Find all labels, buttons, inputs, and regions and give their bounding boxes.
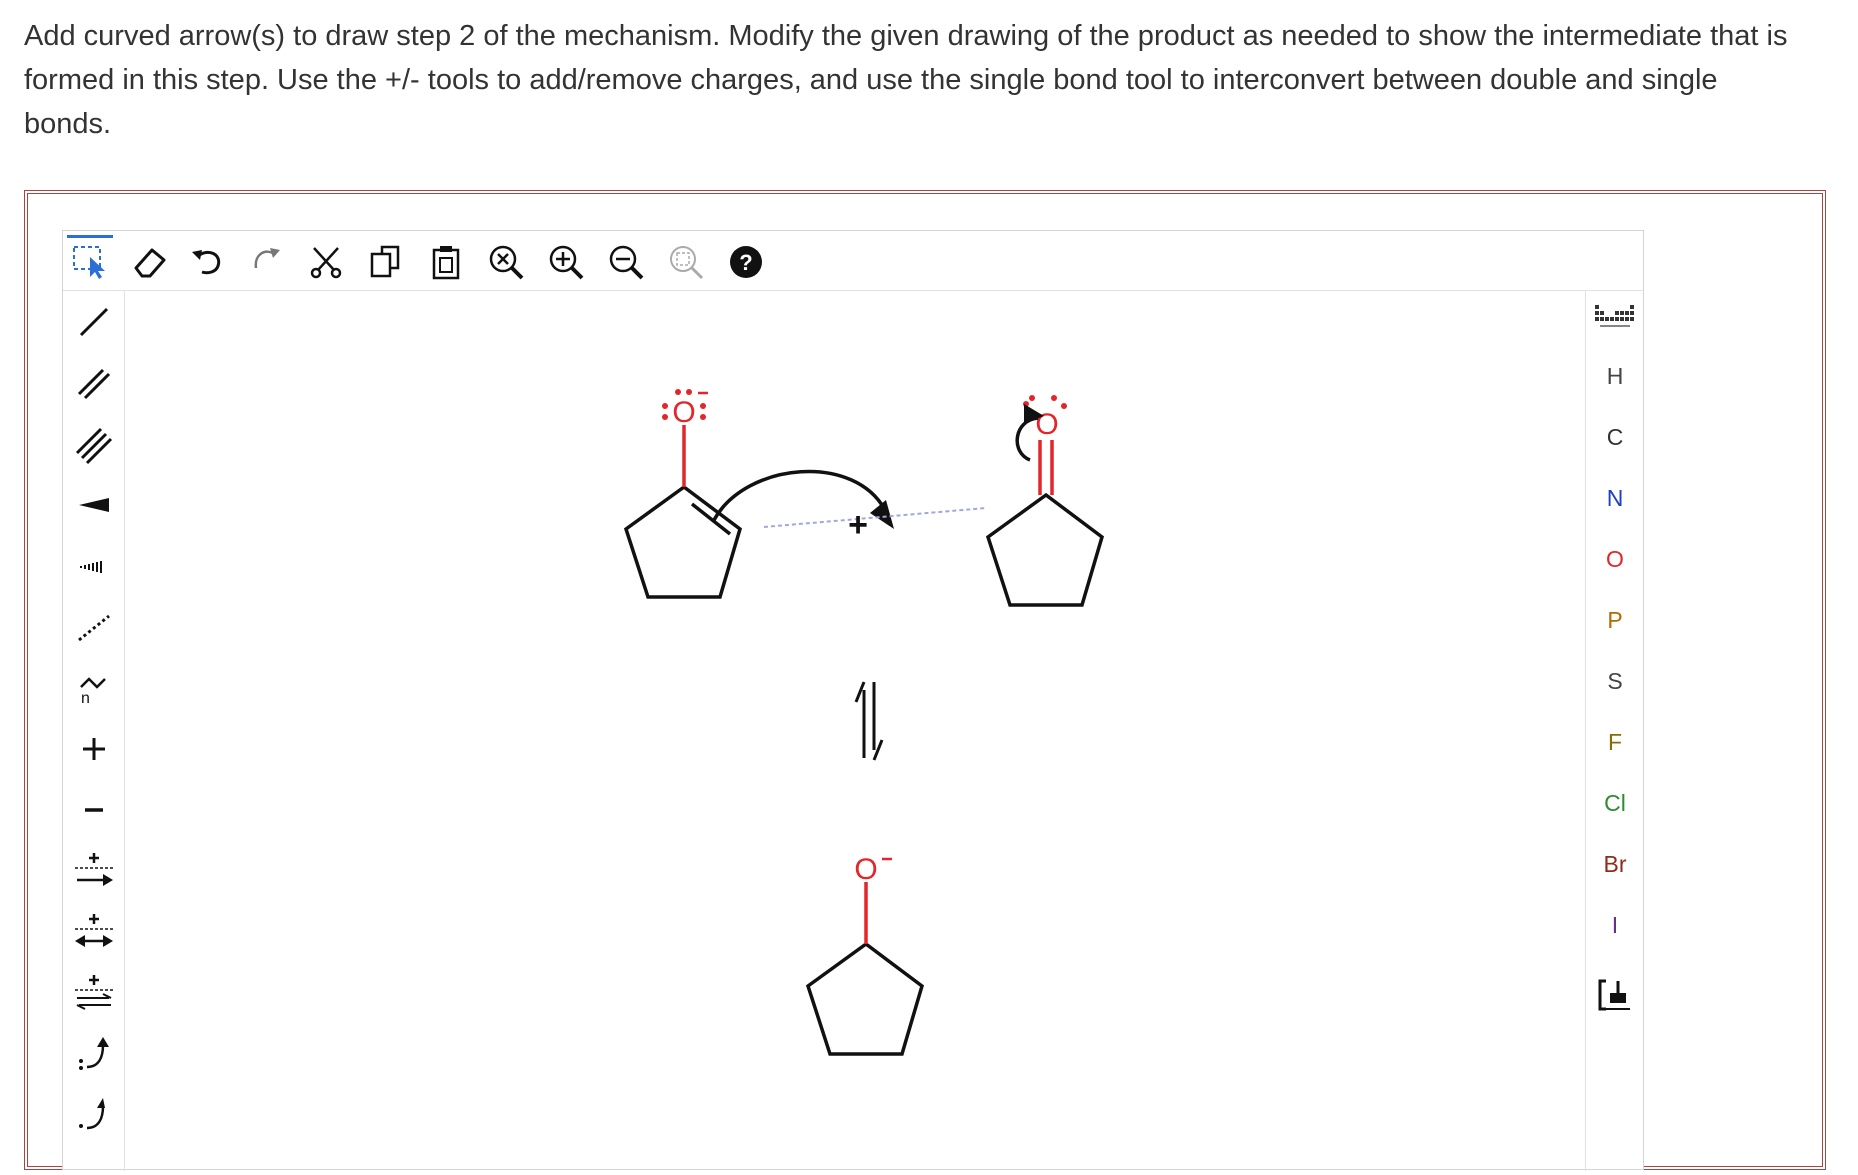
zoom-in-icon [549,245,584,280]
element-label-I: I [1611,912,1619,938]
zoom-reset-icon [489,245,524,280]
element-label-H: H [1606,363,1624,389]
element-label-O: O [1606,546,1624,572]
resonance-arrow-icon [75,914,113,947]
element-Cl-button[interactable]: Cl [1586,781,1644,825]
double-bond-icon [77,368,111,400]
single-bond-tool[interactable] [67,295,121,349]
zoom-out-button[interactable] [603,239,649,285]
element-toolbar: H C N O P S F Cl Br I [1585,291,1643,1171]
help-icon: ? [730,246,762,278]
copy-icon [370,245,400,278]
question-text: Add curved arrow(s) to draw step 2 of th… [24,20,1788,140]
equilibrium-arrow-icon [75,975,113,1010]
zoom-in-button[interactable] [543,239,589,285]
wedge-bond-tool[interactable] [67,478,121,532]
zoom-fit-button[interactable] [663,239,709,285]
top-toolbar: ? [63,231,1643,291]
double-bond-tool[interactable] [67,356,121,410]
plus-icon [83,738,105,760]
periodic-table-icon [1595,305,1634,327]
reactant-oxygen-label: O [672,396,695,429]
reactant-molecule[interactable]: O [623,389,743,599]
redo-button[interactable] [243,239,289,285]
help-button[interactable]: ? [723,239,769,285]
chain-tool[interactable]: n [67,661,121,715]
bracket-tool-button[interactable] [1596,977,1636,1013]
element-C-button[interactable]: C [1586,415,1644,459]
cut-button[interactable] [303,239,349,285]
element-label-Cl: Cl [1604,790,1626,816]
element-F-button[interactable]: F [1586,720,1644,764]
element-H-button[interactable]: H [1586,354,1644,398]
hash-bond-tool[interactable] [67,539,121,593]
equilibrium-arrow-tool[interactable] [67,966,121,1020]
eraser-button[interactable] [127,239,173,285]
paste-icon [432,246,460,280]
element-Br-button[interactable]: Br [1586,842,1644,886]
undo-button[interactable] [185,239,231,285]
zoom-out-icon [609,245,644,280]
dashed-bond-icon [78,614,110,642]
triple-bond-icon [75,427,113,465]
resonance-arrow-tool[interactable] [67,905,121,959]
select-tool-button[interactable] [67,235,113,284]
paste-button[interactable] [423,239,469,285]
copy-button[interactable] [363,239,409,285]
select-arrow-icon [73,246,105,279]
element-label-F: F [1607,729,1623,755]
curved-arrow-single-icon [79,1098,105,1130]
element-label-Br: Br [1603,851,1627,877]
svg-text:?: ? [739,250,752,275]
wedge-bond-icon [79,498,109,512]
minus-icon [85,808,103,812]
redo-icon [254,248,280,269]
product-oxygen-label: O [854,853,877,886]
chain-icon: n [80,677,106,707]
reaction-plus-sign: + [848,506,868,544]
periodic-table-button[interactable] [1594,303,1636,331]
electron-pair-arrow-tool[interactable] [67,1027,121,1081]
curved-arrow-pair-icon [79,1037,109,1070]
mechanism-drawing: O + O O [623,389,1105,1056]
scissors-icon [310,247,342,279]
zoom-reset-button[interactable] [483,239,529,285]
element-label-N: N [1606,485,1624,511]
product-molecule[interactable]: O [805,853,925,1056]
equilibrium-arrows [854,681,884,761]
element-I-button[interactable]: I [1586,903,1644,947]
single-electron-arrow-tool[interactable] [67,1088,121,1142]
dashed-bond-tool[interactable] [67,600,121,654]
element-label-C: C [1606,424,1624,450]
ketone-molecule[interactable]: O [985,395,1105,607]
left-toolbar: n [63,291,125,1171]
element-S-button[interactable]: S [1586,659,1644,703]
eraser-icon [134,248,166,278]
hash-bond-icon [80,561,102,573]
single-bond-icon [79,307,109,337]
undo-icon [192,250,221,275]
zoom-fit-icon [670,246,704,280]
triple-bond-tool[interactable] [67,417,121,471]
negative-charge-tool[interactable] [67,783,121,837]
element-label-P: P [1607,607,1623,633]
element-O-button[interactable]: O [1586,537,1644,581]
element-P-button[interactable]: P [1586,598,1644,642]
reaction-arrow-tool[interactable] [67,844,121,898]
svg-text:n: n [81,690,90,707]
reaction-arrow-icon [75,853,113,886]
positive-charge-tool[interactable] [67,722,121,776]
element-label-S: S [1607,668,1623,694]
drawing-canvas[interactable]: O + O O [126,292,1584,1170]
element-N-button[interactable]: N [1586,476,1644,520]
bracket-icon [1598,979,1630,1011]
